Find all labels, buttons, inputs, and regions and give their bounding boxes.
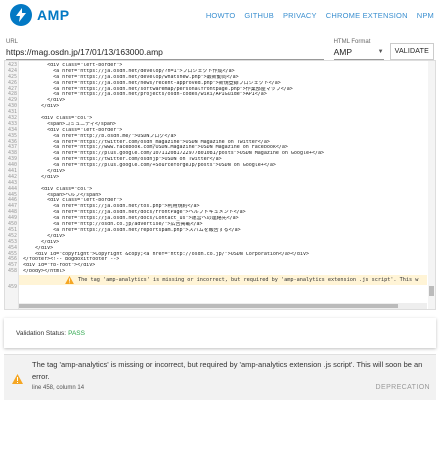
html-format-value: AMP bbox=[333, 47, 353, 57]
line-number: 458 bbox=[7, 268, 17, 275]
line-number: 459 bbox=[7, 284, 17, 291]
lightning-icon bbox=[10, 4, 32, 26]
horizontal-scrollbar-thumb[interactable] bbox=[19, 304, 399, 308]
url-field: URL bbox=[6, 39, 324, 60]
nav-link-npm[interactable]: NPM bbox=[417, 11, 434, 20]
html-format-label: HTML Format bbox=[333, 39, 371, 45]
error-category: DEPRECATION bbox=[375, 384, 430, 391]
validation-status-label: Validation Status: bbox=[16, 329, 67, 337]
input-row: URL HTML Format AMP ▼ VALIDATE bbox=[0, 30, 440, 60]
code-line: 459 bbox=[5, 284, 427, 291]
top-bar: AMP HOWTO GITHUB PRIVACY CHROME EXTENSIO… bbox=[0, 0, 440, 30]
app-name: AMP bbox=[37, 7, 70, 23]
vertical-scrollbar-thumb[interactable] bbox=[429, 286, 434, 296]
vertical-scrollbar[interactable] bbox=[428, 61, 435, 309]
inline-warning[interactable]: The tag 'amp-analytics' is missing or in… bbox=[19, 275, 427, 286]
top-nav: HOWTO GITHUB PRIVACY CHROME EXTENSION NP… bbox=[206, 11, 434, 20]
error-body: The tag 'amp-analytics' is missing or in… bbox=[22, 355, 436, 400]
code-text: </div> bbox=[23, 104, 60, 110]
code-lines: 423 <div class="left-border"> 424 <a href… bbox=[5, 62, 427, 291]
nav-link-github[interactable]: GITHUB bbox=[244, 11, 274, 20]
validation-status-bar: Validation Status: PASS bbox=[4, 318, 436, 348]
error-footer: line 458, column 14 DEPRECATION bbox=[32, 384, 430, 391]
nav-link-privacy[interactable]: PRIVACY bbox=[283, 11, 317, 20]
html-format-field: HTML Format AMP ▼ bbox=[333, 39, 384, 60]
amp-logo[interactable]: AMP bbox=[10, 4, 70, 26]
code-text: </body></html> bbox=[23, 269, 66, 275]
nav-link-howto[interactable]: HOWTO bbox=[206, 11, 236, 20]
html-format-select[interactable]: AMP ▼ bbox=[333, 46, 384, 60]
error-location[interactable]: line 458, column 14 bbox=[32, 385, 84, 391]
validate-button[interactable]: VALIDATE bbox=[389, 43, 434, 60]
url-input[interactable] bbox=[6, 46, 324, 60]
validation-status-value: PASS bbox=[68, 329, 85, 337]
inline-warning-text: The tag 'amp-analytics' is missing or in… bbox=[78, 277, 419, 284]
error-message: The tag 'amp-analytics' is missing or in… bbox=[32, 360, 423, 381]
code-text: </div> bbox=[23, 174, 60, 180]
caret-down-icon: ▼ bbox=[377, 49, 384, 55]
nav-link-chrome-extension[interactable]: CHROME EXTENSION bbox=[326, 11, 408, 20]
horizontal-scrollbar[interactable] bbox=[19, 303, 427, 309]
url-label: URL bbox=[6, 39, 19, 45]
warning-icon bbox=[65, 276, 74, 285]
warning-icon bbox=[4, 355, 23, 400]
error-item[interactable]: The tag 'amp-analytics' is missing or in… bbox=[4, 354, 436, 400]
code-editor[interactable]: 423 <div class="left-border"> 424 <a href… bbox=[4, 60, 436, 310]
